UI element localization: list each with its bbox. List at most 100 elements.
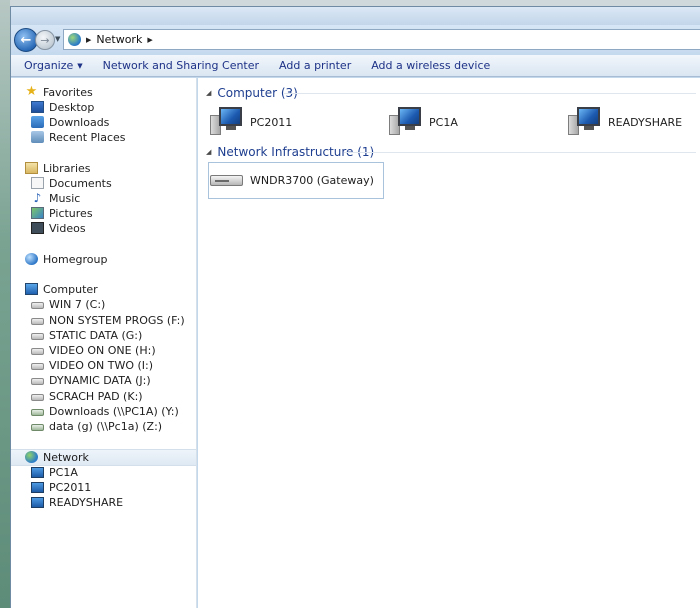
network-icon	[25, 451, 38, 463]
nav-item-downloads[interactable]: Downloads	[31, 114, 109, 130]
system-drive-icon	[31, 302, 44, 309]
nav-libraries-label: Libraries	[43, 161, 91, 175]
router-icon	[210, 171, 244, 189]
organize-label: Organize	[24, 59, 74, 72]
chevron-down-icon: ▼	[77, 61, 83, 70]
router-item-wrapper: WNDR3700 (Gateway)	[208, 162, 384, 199]
nav-item-label: READYSHARE	[49, 495, 124, 509]
nav-item-label: PC1A	[49, 465, 78, 479]
recent-places-icon	[31, 131, 44, 143]
computer-icon	[31, 466, 44, 478]
nav-computer-label: Computer	[43, 282, 98, 296]
address-bar[interactable]: ▶ Network ▶	[63, 29, 700, 50]
videos-icon	[31, 222, 44, 234]
nav-item-drive-z[interactable]: data (g) (\\Pc1a) (Z:)	[31, 418, 162, 434]
add-wireless-device-label: Add a wireless device	[371, 59, 491, 72]
nav-item-pc2011[interactable]: PC2011	[31, 479, 91, 495]
organize-button[interactable]: Organize ▼	[11, 59, 93, 72]
command-bar: Organize ▼ Network and Sharing Center Ad…	[11, 55, 700, 77]
nav-favorites-label: Favorites	[43, 85, 93, 99]
nav-network-label: Network	[43, 450, 89, 464]
nav-item-drive-h[interactable]: VIDEO ON ONE (H:)	[31, 342, 156, 358]
nav-libraries[interactable]: Libraries	[25, 160, 91, 176]
nav-item-drive-c[interactable]: WIN 7 (C:)	[31, 296, 105, 312]
collapse-triangle-icon: ◢	[206, 89, 212, 97]
computer-icon	[25, 283, 38, 295]
explorer-window: ← → ▼ ▶ Network ▶ Organize ▼ Network and…	[10, 6, 700, 608]
nav-computer[interactable]: Computer	[25, 281, 98, 297]
nav-item-drive-k[interactable]: SCRACH PAD (K:)	[31, 388, 143, 404]
drive-icon	[31, 348, 44, 355]
recent-pages-dropdown[interactable]: ▼	[55, 35, 60, 43]
nav-homegroup[interactable]: Homegroup	[25, 251, 107, 267]
network-sharing-center-label: Network and Sharing Center	[102, 59, 260, 72]
nav-item-drive-f[interactable]: NON SYSTEM PROGS (F:)	[31, 312, 185, 328]
drive-icon	[31, 318, 44, 325]
nav-item-label: data (g) (\\Pc1a) (Z:)	[49, 419, 163, 433]
nav-item-readyshare[interactable]: READYSHARE	[31, 494, 123, 510]
nav-item-label: VIDEO ON ONE (H:)	[49, 343, 156, 357]
nav-item-videos[interactable]: Videos	[31, 220, 86, 236]
nav-item-label: STATIC DATA (G:)	[49, 328, 143, 342]
nav-item-drive-y[interactable]: Downloads (\\PC1A) (Y:)	[31, 403, 179, 419]
network-computer-readyshare[interactable]: READYSHARE	[568, 107, 682, 137]
group-divider	[284, 93, 696, 94]
nav-item-documents[interactable]: Documents	[31, 175, 112, 191]
drive-icon	[31, 378, 44, 385]
content-pane: ◢ Computer (3) PC2011 PC1A READYSHARE ◢ …	[198, 78, 700, 608]
computer-name: PC2011	[250, 115, 293, 129]
downloads-icon	[31, 116, 44, 128]
breadcrumb-chevron-icon[interactable]: ▶	[86, 36, 91, 44]
breadcrumb-chevron-icon[interactable]: ▶	[147, 36, 152, 44]
drive-icon	[31, 394, 44, 401]
breadcrumb-network[interactable]: Network	[96, 33, 142, 46]
forward-arrow-icon: →	[40, 33, 50, 47]
nav-item-recent-places[interactable]: Recent Places	[31, 129, 126, 145]
computer-icon	[31, 496, 44, 508]
title-bar[interactable]	[11, 7, 700, 25]
nav-item-label: DYNAMIC DATA (J:)	[49, 373, 151, 387]
nav-network[interactable]: Network	[25, 449, 89, 465]
nav-favorites[interactable]: ★ Favorites	[25, 84, 93, 100]
network-computer-pc1a[interactable]: PC1A	[389, 107, 458, 137]
network-sharing-center-button[interactable]: Network and Sharing Center	[93, 59, 269, 72]
nav-item-desktop[interactable]: Desktop	[31, 99, 94, 115]
desktop-icon	[31, 101, 44, 113]
forward-button[interactable]: →	[35, 30, 55, 50]
computer-icon	[31, 481, 44, 493]
add-printer-button[interactable]: Add a printer	[269, 59, 361, 72]
nav-item-drive-i[interactable]: VIDEO ON TWO (I:)	[31, 357, 153, 373]
nav-item-label: Downloads	[49, 115, 110, 129]
add-wireless-device-button[interactable]: Add a wireless device	[361, 59, 500, 72]
nav-item-music[interactable]: ♪ Music	[31, 190, 81, 206]
music-icon: ♪	[33, 191, 42, 205]
nav-item-label: Pictures	[49, 206, 93, 220]
drive-icon	[31, 333, 44, 340]
nav-item-pc1a[interactable]: PC1A	[31, 464, 78, 480]
nav-item-label: Downloads (\\PC1A) (Y:)	[49, 404, 179, 418]
homegroup-icon	[25, 253, 38, 265]
nav-item-label: WIN 7 (C:)	[49, 297, 106, 311]
navigation-pane: ★ Favorites Desktop Downloads Recent Plac…	[11, 78, 197, 608]
computer-icon	[568, 107, 602, 137]
nav-item-drive-g[interactable]: STATIC DATA (G:)	[31, 327, 142, 343]
nav-item-label: SCRACH PAD (K:)	[49, 389, 143, 403]
device-name: WNDR3700 (Gateway)	[250, 173, 374, 187]
address-row: ← → ▼ ▶ Network ▶	[11, 25, 700, 55]
computer-icon	[210, 107, 244, 137]
computer-icon	[389, 107, 423, 137]
network-drive-icon	[31, 424, 44, 431]
computer-name: READYSHARE	[608, 115, 683, 129]
add-printer-label: Add a printer	[279, 59, 352, 72]
network-device-router[interactable]: WNDR3700 (Gateway)	[210, 171, 374, 189]
network-computer-pc2011[interactable]: PC2011	[210, 107, 292, 137]
nav-item-label: Music	[49, 191, 81, 205]
nav-item-drive-j[interactable]: DYNAMIC DATA (J:)	[31, 372, 151, 388]
nav-item-label: Documents	[49, 176, 112, 190]
nav-item-label: Desktop	[49, 100, 95, 114]
nav-homegroup-label: Homegroup	[43, 252, 108, 266]
nav-item-label: Videos	[49, 221, 86, 235]
nav-item-pictures[interactable]: Pictures	[31, 205, 93, 221]
nav-item-label: PC2011	[49, 480, 92, 494]
group-divider	[344, 152, 696, 153]
